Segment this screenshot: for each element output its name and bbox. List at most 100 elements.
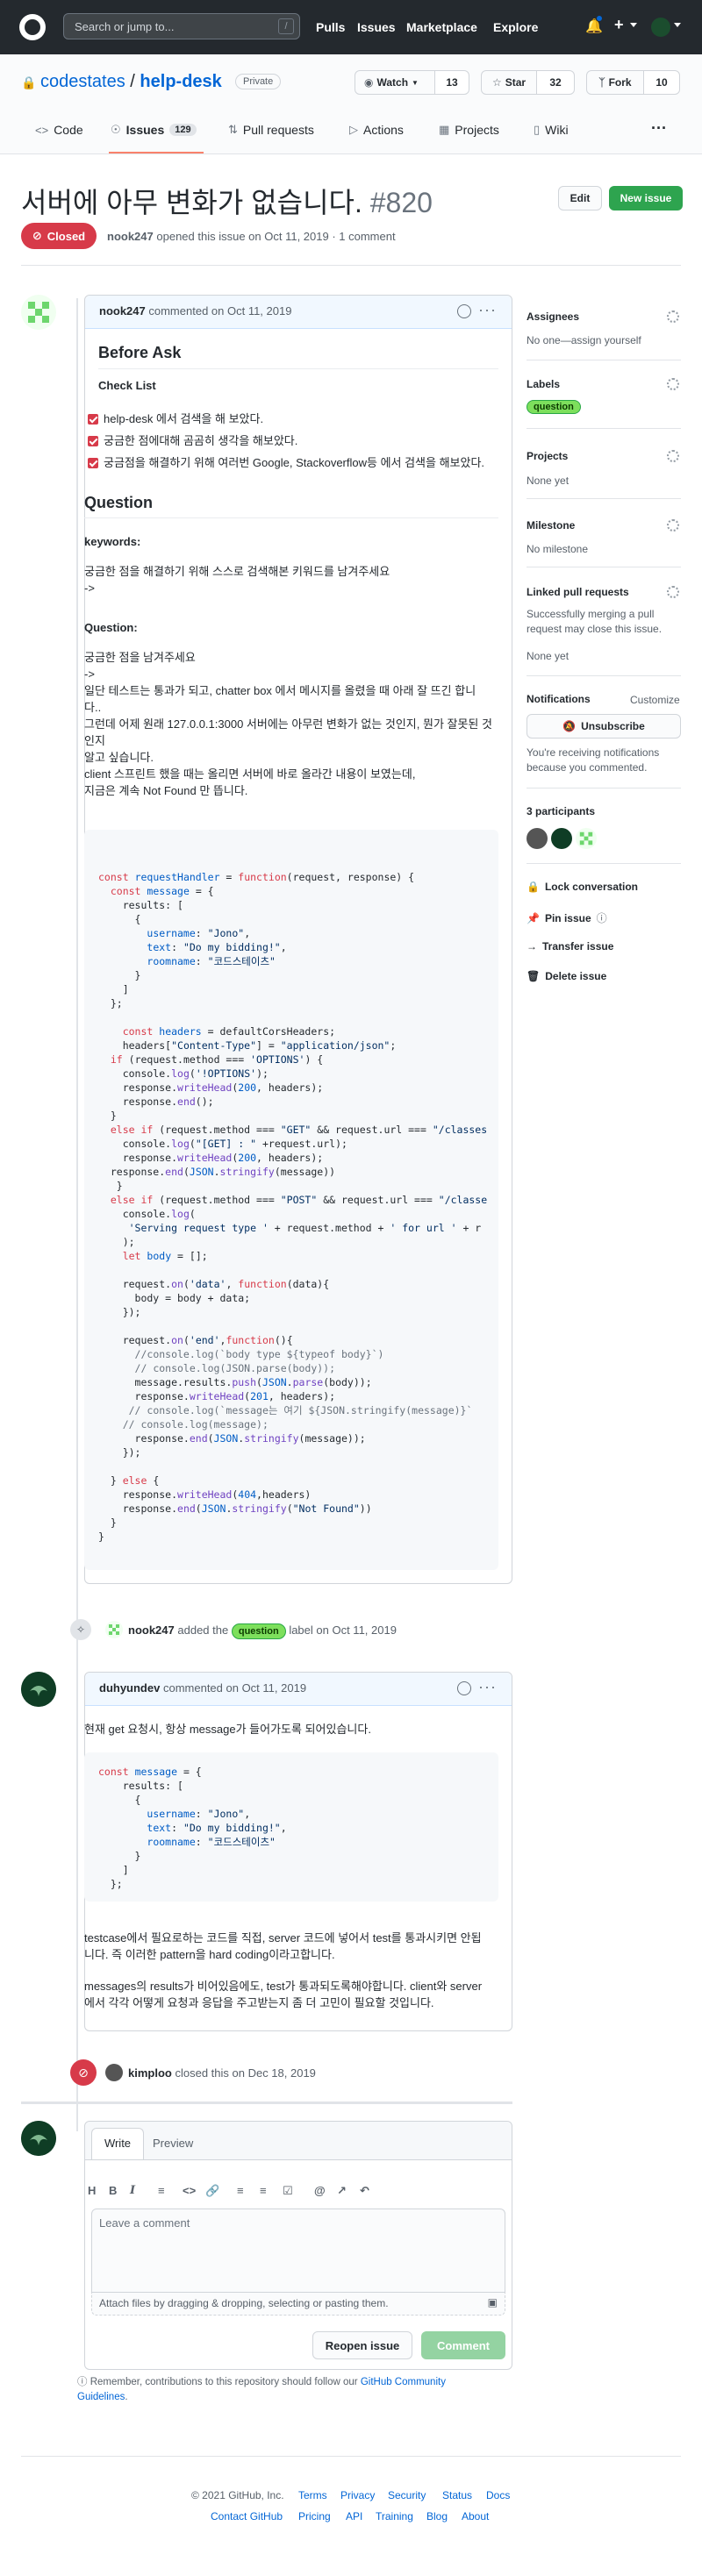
edit-button[interactable]: Edit — [558, 186, 602, 211]
kebab-horizontal-icon[interactable]: ··· — [478, 1678, 497, 1696]
delete-issue-link[interactable]: 🗑 Delete issue — [526, 970, 606, 982]
github-logo-icon[interactable] — [19, 14, 46, 40]
guidelines-link[interactable]: GitHub Community — [361, 2377, 446, 2387]
tab-pull-requests[interactable]: ⇅ Pull requests — [228, 123, 314, 137]
mention-icon[interactable]: @ — [314, 2184, 326, 2197]
avatar[interactable] — [21, 295, 56, 330]
avatar[interactable] — [105, 2064, 123, 2081]
guidelines-link[interactable]: Guidelines — [77, 2392, 125, 2402]
pin-issue-link[interactable]: 📌 Pin issue ⓘ — [526, 910, 607, 925]
kebab-horizontal-icon[interactable]: ··· — [478, 301, 497, 319]
footer-link-privacy[interactable]: Privacy — [340, 2489, 375, 2501]
quote-icon[interactable]: ≡ — [158, 2184, 165, 2197]
footer-link-security[interactable]: Security — [388, 2489, 426, 2501]
reopen-issue-button[interactable]: Reopen issue — [312, 2331, 412, 2359]
plus-icon[interactable]: + — [614, 16, 624, 34]
fork-button[interactable]: ᛉ Fork — [586, 70, 644, 95]
comment-date[interactable]: commented on Oct 11, 2019 — [148, 304, 291, 318]
footer-link-contact[interactable]: Contact GitHub — [211, 2510, 283, 2522]
assign-yourself-link[interactable]: assign yourself — [571, 334, 641, 346]
avatar[interactable] — [651, 18, 670, 37]
tab-actions[interactable]: ▷ Actions — [349, 123, 404, 137]
labels-title[interactable]: Labels — [526, 378, 560, 390]
footer-link-terms[interactable]: Terms — [298, 2489, 327, 2501]
avatar[interactable] — [21, 2121, 56, 2156]
label-question[interactable]: question — [526, 400, 581, 414]
search-input[interactable]: Search or jump to... / — [63, 13, 300, 39]
comment-textarea[interactable]: Leave a comment — [91, 2209, 505, 2293]
watch-button[interactable]: ◉ Watch ▼ — [355, 70, 435, 95]
gear-icon[interactable] — [667, 586, 679, 598]
list-unordered-icon[interactable]: ≡ — [237, 2184, 244, 2197]
checkbox-checked-icon[interactable] — [88, 414, 98, 425]
footer-link-training[interactable]: Training — [376, 2510, 413, 2522]
tab-code[interactable]: <> Code — [35, 123, 83, 137]
customize-link[interactable]: Customize — [630, 693, 680, 708]
lock-conversation-link[interactable]: 🔒 Lock conversation — [526, 881, 638, 893]
italic-icon[interactable]: I — [130, 2184, 135, 2197]
checkbox-checked-icon[interactable] — [88, 436, 98, 446]
nav-pulls[interactable]: Pulls — [316, 20, 345, 34]
chevron-down-icon[interactable] — [630, 23, 637, 27]
code-icon[interactable]: <> — [183, 2184, 196, 2197]
comment-button[interactable]: Comment — [421, 2331, 505, 2359]
event-author-link[interactable]: nook247 — [128, 1623, 175, 1637]
avatar[interactable] — [105, 1621, 123, 1638]
footer-link-docs[interactable]: Docs — [486, 2489, 510, 2501]
reply-icon[interactable]: ↶ — [360, 2184, 369, 2198]
avatar[interactable] — [576, 828, 597, 849]
fork-count[interactable]: 10 — [643, 70, 680, 95]
more-icon[interactable]: ··· — [651, 119, 667, 138]
tab-write[interactable]: Write — [91, 2128, 144, 2159]
gear-icon[interactable] — [667, 519, 679, 532]
issue-author-link[interactable]: nook247 — [107, 230, 154, 243]
avatar[interactable] — [551, 828, 572, 849]
cross-reference-icon[interactable]: ↗ — [337, 2184, 347, 2198]
projects-title[interactable]: Projects — [526, 450, 568, 462]
checkbox-checked-icon[interactable] — [88, 458, 98, 468]
avatar[interactable] — [526, 828, 548, 849]
heading-icon[interactable]: H — [88, 2184, 96, 2197]
footer-link-pricing[interactable]: Pricing — [298, 2510, 331, 2522]
list-ordered-icon[interactable]: ≡ — [260, 2184, 267, 2197]
attach-files-area[interactable]: Attach files by dragging & dropping, sel… — [91, 2293, 505, 2316]
nav-explore[interactable]: Explore — [493, 20, 538, 34]
bold-icon[interactable]: B — [109, 2184, 117, 2197]
avatar[interactable] — [21, 1672, 56, 1707]
tab-preview[interactable]: Preview — [153, 2137, 193, 2150]
comment-date[interactable]: commented on Oct 11, 2019 — [163, 1681, 306, 1695]
unsubscribe-button[interactable]: 🔕 Unsubscribe — [526, 714, 681, 739]
chevron-down-icon[interactable] — [674, 23, 681, 27]
star-button[interactable]: ☆ Star — [481, 70, 537, 95]
transfer-issue-link[interactable]: → Transfer issue — [526, 940, 613, 953]
event-author-link[interactable]: kimploo — [128, 2066, 172, 2080]
footer-link-blog[interactable]: Blog — [426, 2510, 448, 2522]
gear-icon[interactable] — [667, 310, 679, 323]
repo-name-link[interactable]: help-desk — [140, 72, 221, 91]
gear-icon[interactable] — [667, 450, 679, 462]
milestone-title[interactable]: Milestone — [526, 519, 575, 532]
link-icon[interactable]: 🔗 — [205, 2184, 219, 2198]
watch-count[interactable]: 13 — [434, 70, 469, 95]
linked-prs-title[interactable]: Linked pull requests — [526, 586, 629, 598]
footer-link-api[interactable]: API — [346, 2510, 362, 2522]
star-count[interactable]: 32 — [536, 70, 575, 95]
gear-icon[interactable] — [667, 378, 679, 390]
comment-author-link[interactable]: duhyundev — [99, 1681, 160, 1695]
repo-owner-link[interactable]: codestates — [40, 72, 125, 91]
markdown-icon[interactable]: ▣ — [488, 2296, 498, 2308]
label-question[interactable]: question — [231, 1623, 286, 1639]
new-issue-button[interactable]: New issue — [609, 186, 683, 211]
comment-author-link[interactable]: nook247 — [99, 304, 146, 318]
smiley-icon[interactable] — [457, 304, 471, 318]
footer-link-about[interactable]: About — [462, 2510, 489, 2522]
tab-issues[interactable]: ☉ Issues 129 — [111, 123, 197, 137]
smiley-icon[interactable] — [457, 1681, 471, 1695]
tab-projects[interactable]: ▦ Projects — [439, 123, 499, 137]
assignees-title[interactable]: Assignees — [526, 310, 579, 323]
footer-link-status[interactable]: Status — [442, 2489, 472, 2501]
nav-issues[interactable]: Issues — [357, 20, 396, 34]
tab-wiki[interactable]: ▯ Wiki — [534, 123, 569, 137]
tasklist-icon[interactable]: ☑ — [283, 2184, 293, 2198]
nav-marketplace[interactable]: Marketplace — [406, 20, 477, 34]
